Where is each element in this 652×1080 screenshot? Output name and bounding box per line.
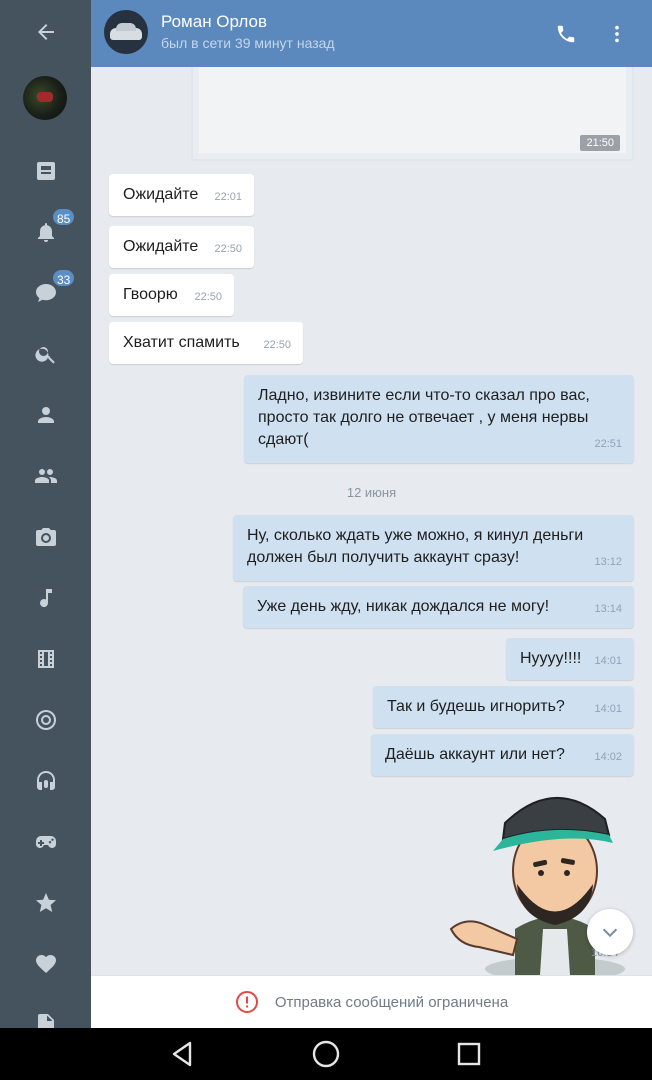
incoming-message[interactable]: Ожидайте 22:01: [109, 174, 254, 216]
phone-icon: [557, 25, 575, 43]
rail-item-favorites[interactable]: [0, 940, 91, 988]
message-time: 22:01: [214, 191, 242, 203]
outgoing-message[interactable]: Ну, сколько ждать уже можно, я кинул ден…: [233, 515, 634, 581]
film-icon: [37, 650, 54, 668]
message-text: Даёшь аккаунт или нет?: [385, 746, 565, 763]
left-navigation-rail: 85 33: [0, 0, 91, 1028]
rail-item-documents[interactable]: [0, 998, 91, 1028]
rail-item-search[interactable]: [0, 330, 91, 378]
message-time: 22:51: [594, 438, 622, 450]
rail-item-notifications[interactable]: [0, 208, 91, 256]
back-button[interactable]: [0, 8, 91, 56]
more-options-button[interactable]: [597, 14, 637, 54]
rail-item-podcasts[interactable]: [0, 757, 91, 805]
outgoing-message[interactable]: Нуууу!!!! 14:01: [506, 638, 634, 680]
message-time: 14:02: [594, 751, 622, 763]
circle-home-icon: [312, 1040, 340, 1068]
rail-item-music[interactable]: [0, 574, 91, 622]
chevron-down-icon: [602, 928, 618, 938]
document-icon: [37, 1014, 54, 1028]
message-text: Так и будешь игнорить?: [387, 698, 565, 715]
alert-circle-icon: [235, 991, 258, 1013]
rail-item-groups[interactable]: [0, 452, 91, 500]
date-separator: 12 июня: [346, 485, 397, 500]
gamepad-icon: [35, 836, 56, 848]
message-time: 14:01: [594, 655, 622, 667]
scroll-to-bottom-button[interactable]: [587, 909, 633, 955]
restricted-notice-bar: Отправка сообщений ограничена: [91, 975, 652, 1028]
search-icon: [34, 347, 55, 364]
outgoing-message[interactable]: Уже день жду, никак дождался не могу! 13…: [243, 586, 634, 628]
message-text: Нуууу!!!!: [520, 650, 582, 667]
notifications-badge: 85: [51, 207, 77, 227]
message-time: 21:50: [580, 135, 620, 151]
rail-item-photos[interactable]: [0, 513, 91, 561]
user-icon: [37, 407, 54, 423]
message-text: Ну, сколько ждать уже можно, я кинул ден…: [247, 527, 584, 566]
message-list[interactable]: 21:50 Ожидайте 22:01 Ожидайте 22:50 Гвоо…: [91, 67, 652, 975]
rail-item-messages[interactable]: [0, 269, 91, 317]
incoming-message[interactable]: Ожидайте 22:50: [109, 226, 254, 268]
message-text: Ожидайте: [123, 186, 199, 203]
rail-item-videos[interactable]: [0, 635, 91, 683]
restricted-notice-text: Отправка сообщений ограничена: [274, 993, 509, 1011]
users-icon: [34, 469, 57, 483]
contact-status: был в сети 39 минут назад: [161, 35, 335, 51]
message-time: 14:01: [594, 703, 622, 715]
contact-name[interactable]: Роман Орлов: [161, 12, 267, 32]
rail-item-live[interactable]: [0, 696, 91, 744]
contact-avatar[interactable]: [104, 10, 148, 54]
message-time: 22:50: [214, 243, 242, 255]
message-text: Ладно, извините если что-то сказал про в…: [258, 387, 590, 448]
incoming-message[interactable]: Хватит спамить 22:50: [109, 322, 303, 364]
triangle-back-icon: [172, 1041, 192, 1067]
call-button[interactable]: [546, 14, 586, 54]
target-icon: [35, 710, 56, 730]
message-text: Гвоорю: [123, 286, 178, 303]
star-icon: [35, 893, 56, 912]
rail-item-news[interactable]: [0, 147, 91, 195]
attachment-card[interactable]: 21:50: [191, 67, 634, 161]
nav-home-button[interactable]: [309, 1038, 343, 1070]
rail-item-bookmarks[interactable]: [0, 879, 91, 927]
rail-item-friends[interactable]: [0, 391, 91, 439]
message-time: 22:50: [263, 339, 291, 351]
message-time: 13:14: [594, 603, 622, 615]
music-note-icon: [39, 589, 52, 608]
square-recents-icon: [457, 1042, 481, 1066]
message-text: Уже день жду, никак дождался не могу!: [257, 598, 550, 615]
outgoing-message[interactable]: Так и будешь игнорить? 14:01: [373, 686, 634, 728]
nav-back-button[interactable]: [166, 1038, 200, 1070]
messages-badge: 33: [51, 268, 77, 288]
camera-icon: [35, 528, 56, 546]
chat-header: Роман Орлов был в сети 39 минут назад: [91, 0, 652, 67]
nav-recents-button[interactable]: [452, 1038, 486, 1070]
incoming-message[interactable]: Гвоорю 22:50: [109, 274, 234, 316]
arrow-left-icon: [37, 24, 54, 40]
newspaper-icon: [36, 162, 55, 180]
message-time: 22:50: [194, 291, 222, 303]
outgoing-message[interactable]: Ладно, извините если что-то сказал про в…: [244, 375, 634, 463]
message-text: Ожидайте: [123, 238, 199, 255]
outgoing-message[interactable]: Даёшь аккаунт или нет? 14:02: [371, 734, 634, 776]
rail-item-games[interactable]: [0, 818, 91, 866]
message-text: Хватит спамить: [123, 334, 240, 351]
heart-icon: [35, 954, 56, 973]
my-avatar[interactable]: [23, 76, 67, 120]
system-navigation-bar: [0, 1028, 652, 1080]
headphones-icon: [36, 771, 55, 790]
more-vertical-icon: [615, 25, 619, 43]
message-time: 13:12: [594, 556, 622, 568]
attachment-preview: [199, 67, 626, 153]
